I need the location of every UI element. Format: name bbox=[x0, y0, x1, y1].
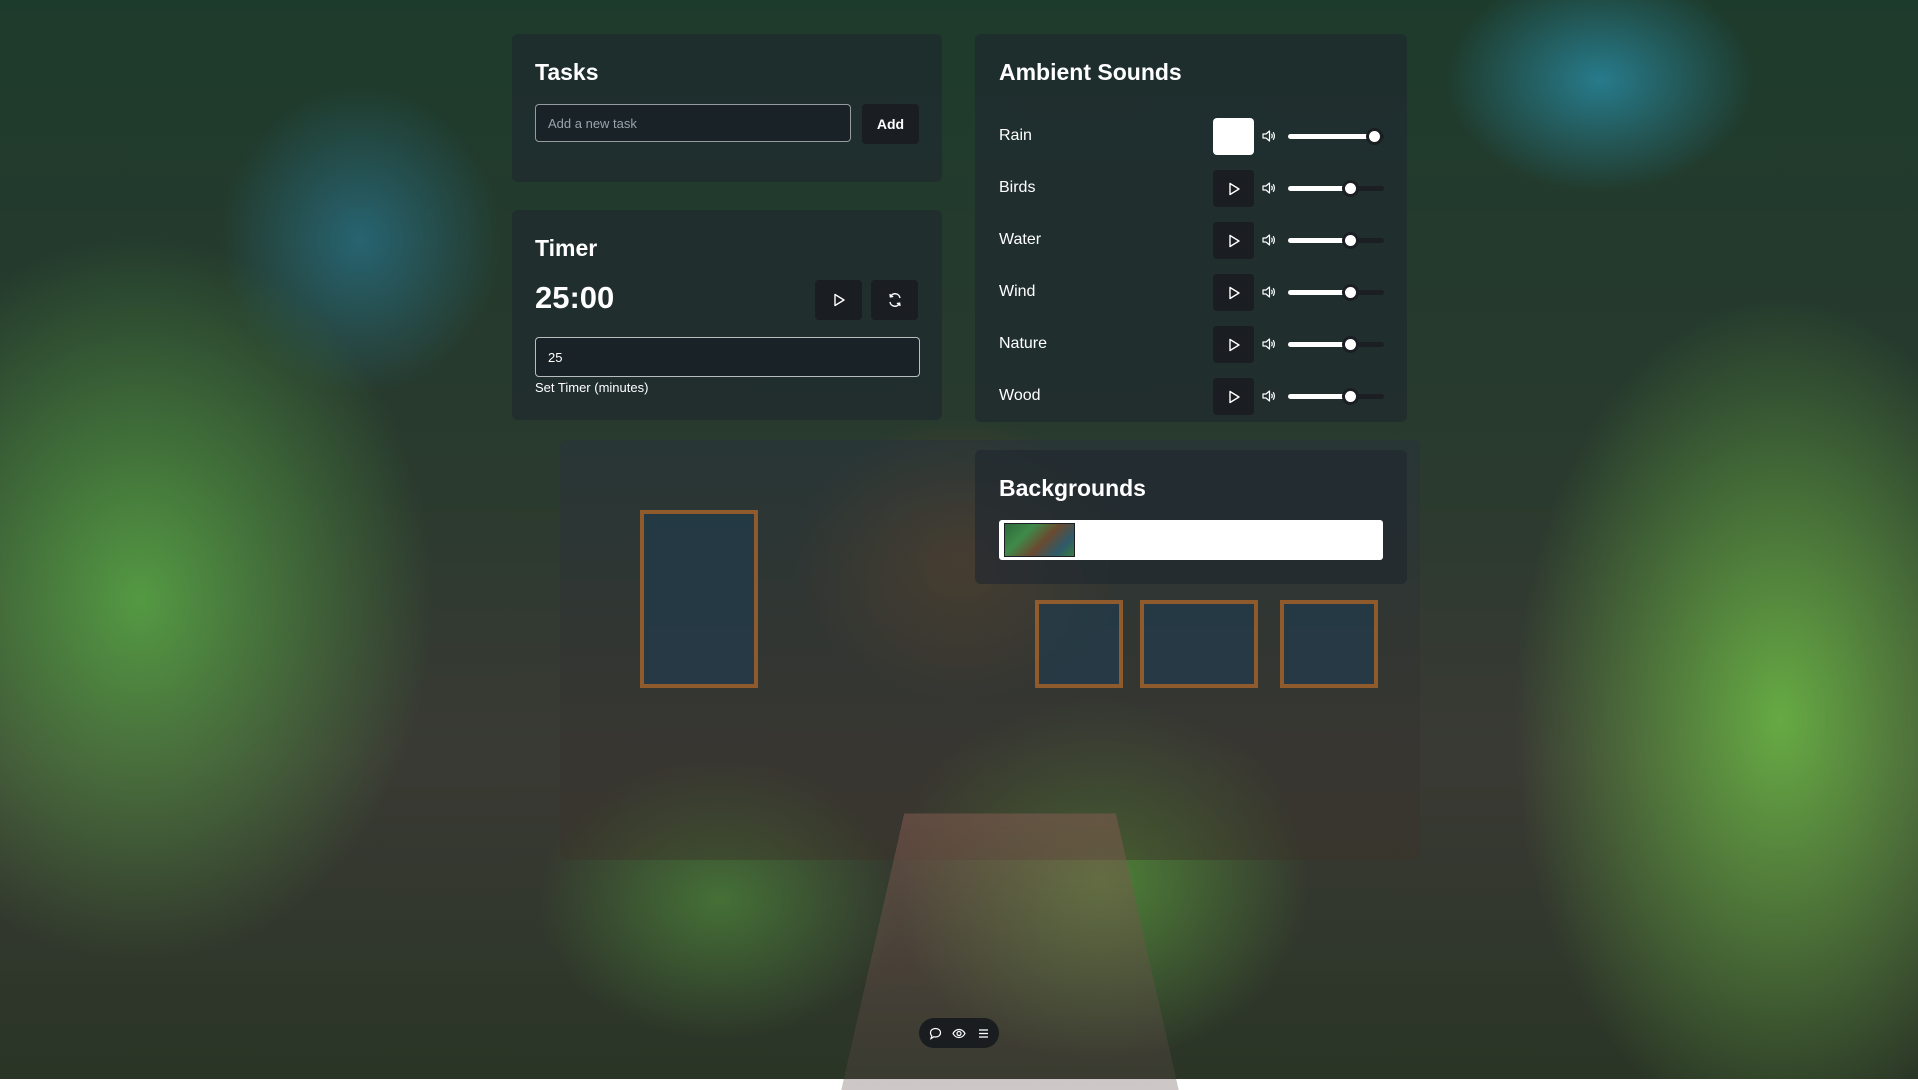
timer-reset-button[interactable] bbox=[871, 280, 918, 320]
sound-label: Rain bbox=[999, 127, 1032, 144]
volume-slider-fill bbox=[1288, 290, 1350, 295]
sound-row: Water bbox=[975, 220, 1407, 260]
chat-button[interactable] bbox=[927, 1025, 944, 1042]
background-selector bbox=[999, 520, 1383, 560]
background-window bbox=[640, 510, 758, 688]
bottom-toolbar bbox=[919, 1018, 999, 1048]
play-icon bbox=[1228, 182, 1240, 195]
timer-panel: Timer 25:00 Set Timer (minutes) bbox=[512, 210, 942, 420]
view-toggle-button[interactable] bbox=[951, 1025, 968, 1042]
sound-row: Wind bbox=[975, 272, 1407, 312]
volume-icon bbox=[1262, 234, 1275, 246]
chat-icon bbox=[929, 1027, 941, 1040]
volume-slider-fill bbox=[1288, 186, 1350, 191]
background-scene bbox=[0, 0, 1918, 1090]
sound-play-button[interactable] bbox=[1213, 378, 1254, 415]
volume-slider[interactable] bbox=[1288, 388, 1384, 405]
reset-icon bbox=[888, 293, 901, 307]
timer-display: 25:00 bbox=[535, 280, 615, 315]
volume-slider[interactable] bbox=[1288, 128, 1384, 145]
background-window bbox=[1280, 600, 1378, 688]
sound-row: Wood bbox=[975, 376, 1407, 416]
background-thumbnail[interactable] bbox=[1004, 523, 1075, 557]
timer-input-label: Set Timer (minutes) bbox=[535, 380, 649, 395]
sound-label: Nature bbox=[999, 335, 1048, 352]
volume-slider-thumb[interactable] bbox=[1342, 232, 1359, 249]
ambient-sounds-panel: Ambient Sounds Rain Birds Water Wind Nature W… bbox=[975, 34, 1407, 422]
play-icon bbox=[1228, 390, 1240, 403]
volume-icon bbox=[1262, 130, 1275, 142]
eye-icon bbox=[952, 1028, 966, 1038]
volume-slider[interactable] bbox=[1288, 232, 1384, 249]
add-task-button[interactable]: Add bbox=[862, 104, 919, 144]
new-task-input[interactable] bbox=[535, 104, 851, 142]
play-icon bbox=[1228, 338, 1240, 351]
sound-row: Birds bbox=[975, 168, 1407, 208]
volume-icon bbox=[1262, 286, 1275, 298]
backgrounds-title: Backgrounds bbox=[999, 475, 1146, 501]
sound-play-button[interactable] bbox=[1213, 274, 1254, 311]
backgrounds-panel: Backgrounds bbox=[975, 450, 1407, 584]
play-icon bbox=[1228, 234, 1240, 247]
play-icon bbox=[1228, 286, 1240, 299]
volume-slider-thumb[interactable] bbox=[1342, 180, 1359, 197]
sound-play-button[interactable] bbox=[1213, 170, 1254, 207]
ambient-sounds-title: Ambient Sounds bbox=[999, 59, 1182, 85]
menu-icon bbox=[978, 1028, 988, 1038]
volume-slider-fill bbox=[1288, 394, 1350, 399]
menu-button[interactable] bbox=[975, 1025, 992, 1042]
volume-slider[interactable] bbox=[1288, 284, 1384, 301]
volume-slider-fill bbox=[1288, 342, 1350, 347]
volume-slider-thumb[interactable] bbox=[1342, 284, 1359, 301]
timer-minutes-input[interactable] bbox=[535, 337, 920, 377]
volume-icon bbox=[1262, 390, 1275, 402]
sound-play-button[interactable] bbox=[1213, 326, 1254, 363]
timer-title: Timer bbox=[535, 235, 598, 261]
play-icon bbox=[833, 293, 845, 307]
volume-icon bbox=[1262, 182, 1275, 194]
sound-label: Wind bbox=[999, 283, 1036, 300]
tasks-panel: Tasks Add bbox=[512, 34, 942, 182]
sound-label: Water bbox=[999, 231, 1042, 248]
timer-play-button[interactable] bbox=[815, 280, 862, 320]
volume-slider-fill bbox=[1288, 134, 1374, 139]
background-window bbox=[1140, 600, 1258, 688]
volume-slider[interactable] bbox=[1288, 180, 1384, 197]
sound-label: Wood bbox=[999, 387, 1041, 404]
volume-slider-thumb[interactable] bbox=[1342, 336, 1359, 353]
tasks-title: Tasks bbox=[535, 59, 599, 85]
sound-row: Rain bbox=[975, 116, 1407, 156]
sound-label: Birds bbox=[999, 179, 1036, 196]
background-window bbox=[1035, 600, 1123, 688]
volume-slider[interactable] bbox=[1288, 336, 1384, 353]
volume-slider-fill bbox=[1288, 238, 1350, 243]
volume-slider-thumb[interactable] bbox=[1366, 128, 1383, 145]
volume-slider-thumb[interactable] bbox=[1342, 388, 1359, 405]
sound-play-button[interactable] bbox=[1213, 118, 1254, 155]
sound-play-button[interactable] bbox=[1213, 222, 1254, 259]
volume-icon bbox=[1262, 338, 1275, 350]
sound-row: Nature bbox=[975, 324, 1407, 364]
